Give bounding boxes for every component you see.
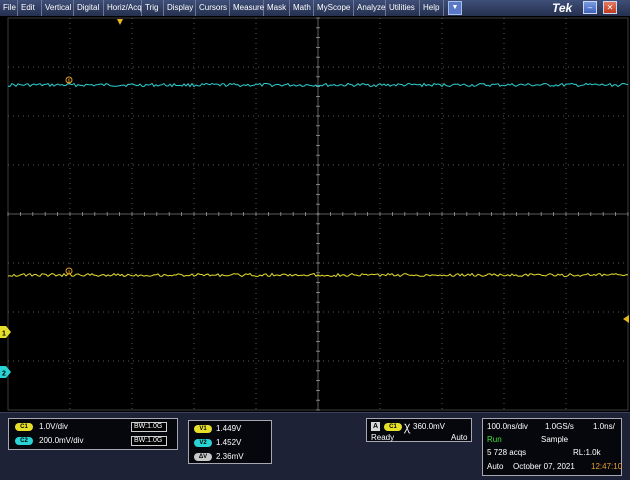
ch2-bandwidth-value: 1.0G <box>147 437 163 444</box>
menu-item-mask[interactable]: Mask <box>264 0 290 16</box>
menu-item-digital[interactable]: Digital <box>74 0 104 16</box>
acquisition-status: Run <box>487 435 502 444</box>
cursor-a-label: a <box>68 270 71 276</box>
ch1-bandwidth-value: 1.0G <box>147 423 163 430</box>
acquisition-panel[interactable]: 100.0ns/div 1.0GS/s 1.0ns/ Run Sample 5 … <box>482 418 622 476</box>
chevron-down-icon: ▼ <box>451 4 459 11</box>
cursor-v2-value: 1.452V <box>216 438 242 447</box>
menu-item-edit[interactable]: Edit <box>18 0 42 16</box>
ch2-ground-marker: 2 <box>0 366 11 378</box>
record-length: RL:1.0k <box>573 448 601 457</box>
time: 12:47:10 <box>591 462 623 471</box>
trigger-a-badge: A <box>371 422 380 431</box>
menu-bar: File Edit Vertical Digital Horiz/Acq Trig Disp… <box>0 0 630 16</box>
cursor-v1-chip: V1 <box>194 425 212 433</box>
minimize-button[interactable]: – <box>583 1 597 14</box>
menu-item-math[interactable]: Math <box>290 0 314 16</box>
trigger-mode: Auto <box>451 433 468 442</box>
ch1-scale: 1.0V/div <box>39 422 68 431</box>
cursor-delta-chip: ΔV <box>194 453 212 461</box>
trigger-position-marker <box>117 19 123 25</box>
trigger-level-marker <box>623 315 629 323</box>
date: October 07, 2021 <box>513 462 575 471</box>
tek-logo: Tek <box>552 1 573 15</box>
waveform-display[interactable]: b a 1 2 <box>0 16 630 412</box>
ch2-scale: 200.0mV/div <box>39 436 84 445</box>
ch2-ground-label: 2 <box>2 371 6 378</box>
trigger-state: Ready <box>371 433 395 442</box>
trigger-slope-icon: Ꭓ <box>404 423 411 434</box>
menu-item-file[interactable]: File <box>0 0 18 16</box>
acquisition-mode: Sample <box>541 435 569 444</box>
menu-item-horiz-acq[interactable]: Horiz/Acq <box>104 0 142 16</box>
close-icon: ✕ <box>606 3 614 12</box>
menu-item-trig[interactable]: Trig <box>142 0 164 16</box>
cursor-readout-panel[interactable]: V1 1.449V V2 1.452V ΔV 2.36mV <box>188 420 272 464</box>
sample-rate: 1.0GS/s <box>545 422 574 431</box>
minimize-icon: – <box>587 3 593 12</box>
ch1-chip: C1 <box>15 423 33 431</box>
ch2-bandwidth-label: BW <box>134 437 146 444</box>
menu-item-utilities[interactable]: Utilities <box>386 0 420 16</box>
menu-item-measure[interactable]: Measure <box>230 0 264 16</box>
cursor-b-label: b <box>68 79 71 85</box>
menu-item-analyze[interactable]: Analyze <box>354 0 386 16</box>
menu-item-display[interactable]: Display <box>164 0 196 16</box>
trigger-panel[interactable]: A C1 Ꭓ 360.0mV Ready Auto <box>366 418 472 442</box>
menu-item-vertical[interactable]: Vertical <box>42 0 74 16</box>
ch2-bandwidth: BW:1.0G <box>131 436 167 446</box>
graticule-grid <box>7 17 629 411</box>
trigger-level: 360.0mV <box>413 422 446 431</box>
menu-item-cursors[interactable]: Cursors <box>196 0 230 16</box>
sample-resolution: 1.0ns/ <box>593 422 615 431</box>
cursor-a-marker: a <box>65 267 73 276</box>
ch2-chip: C2 <box>15 437 33 445</box>
ch1-ground-label: 1 <box>2 331 6 338</box>
timebase: 100.0ns/div <box>487 422 528 431</box>
ch1-bandwidth-label: BW <box>134 423 146 430</box>
cursor-v1-value: 1.449V <box>216 424 242 433</box>
menu-item-myscope[interactable]: MyScope <box>314 0 354 16</box>
menu-dropdown-button[interactable]: ▼ <box>448 1 462 15</box>
cursor-v2-chip: V2 <box>194 439 212 447</box>
trigger-source-chip: C1 <box>384 423 402 431</box>
close-button[interactable]: ✕ <box>603 1 617 14</box>
acquisition-count: 5 728 acqs <box>487 448 527 457</box>
menu-item-help[interactable]: Help <box>420 0 444 16</box>
waveform-graticule: b a 1 2 <box>0 17 629 411</box>
trigger-mode-status: Auto <box>487 462 504 471</box>
cursor-delta-value: 2.36mV <box>216 452 244 461</box>
ch1-ground-marker: 1 <box>0 326 11 338</box>
cursor-b-marker: b <box>65 76 73 85</box>
channel-panel[interactable]: C1 1.0V/div BW:1.0G C2 200.0mV/div BW:1.… <box>8 418 178 450</box>
ch1-bandwidth: BW:1.0G <box>131 422 167 432</box>
status-area: C1 1.0V/div BW:1.0G C2 200.0mV/div BW:1.… <box>0 412 630 480</box>
